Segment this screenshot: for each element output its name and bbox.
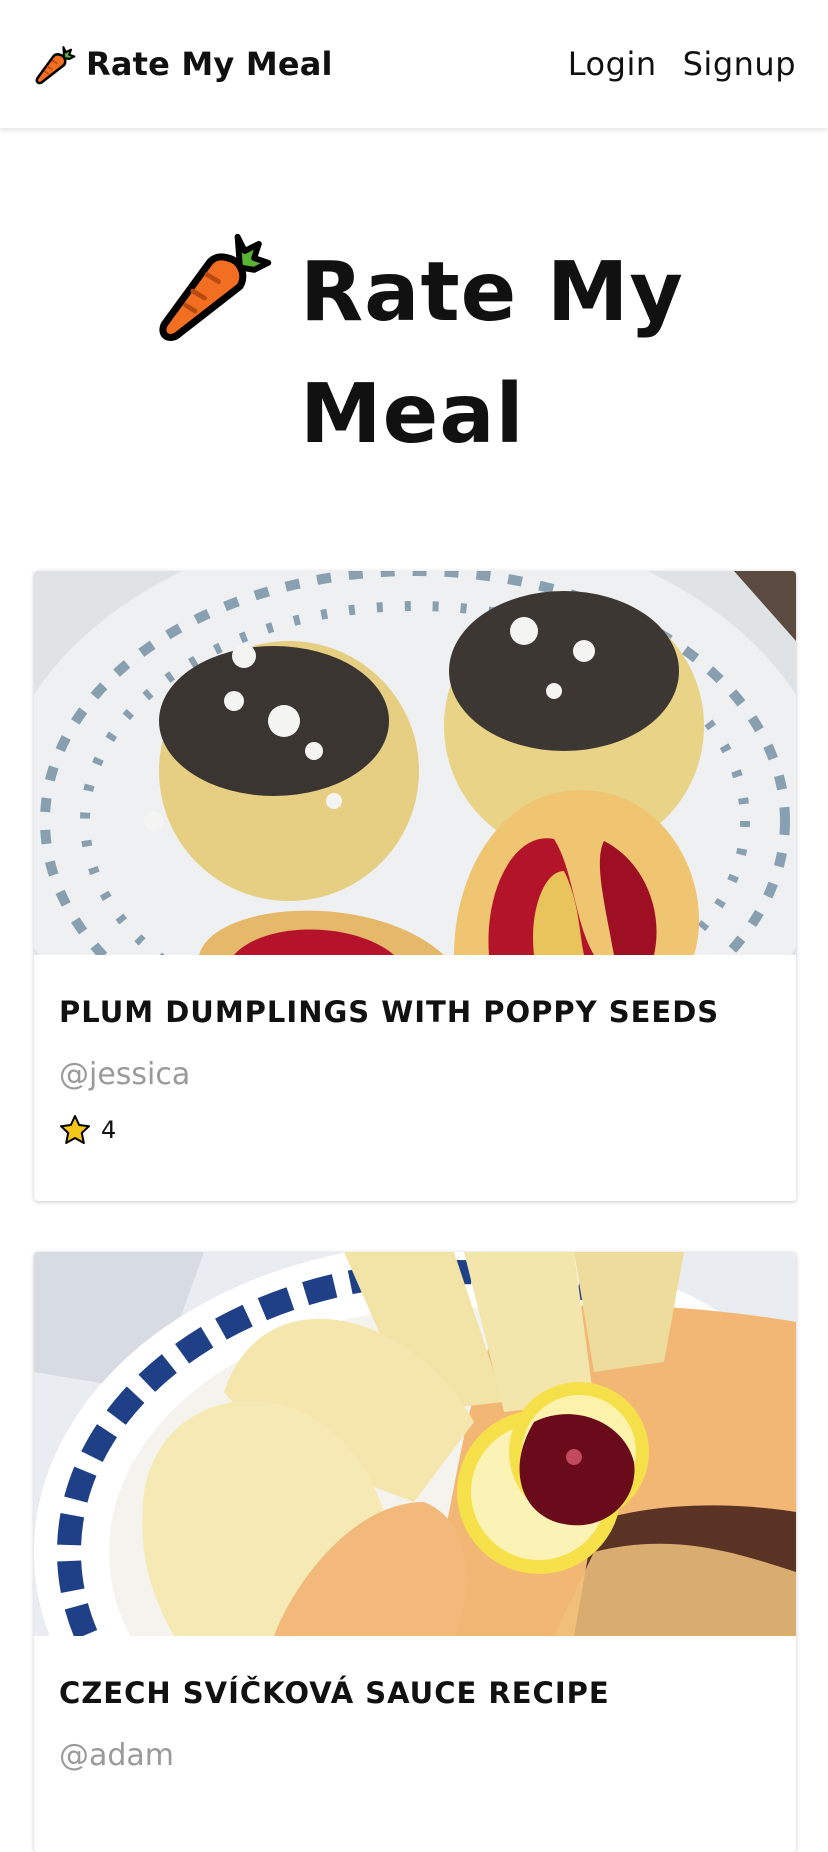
svickova-sauce-photo (34, 1252, 796, 1636)
meal-card[interactable]: PLUM DUMPLINGS WITH POPPY SEEDS @jessica… (34, 571, 796, 1201)
meal-card[interactable]: CZECH SVÍČKOVÁ SAUCE RECIPE @adam (34, 1252, 796, 1852)
plum-dumplings-photo (34, 571, 796, 955)
page-title: Rate My Meal (300, 245, 684, 462)
brand-name: Rate My Meal (86, 45, 333, 83)
top-navbar: Rate My Meal Login Signup (0, 0, 828, 128)
login-link[interactable]: Login (568, 45, 657, 83)
meal-author: @jessica (59, 1057, 191, 1092)
carrot-icon (155, 225, 273, 343)
meal-rating: 4 (59, 1114, 771, 1146)
star-icon (60, 1115, 90, 1144)
meal-title: PLUM DUMPLINGS WITH POPPY SEEDS (59, 995, 720, 1029)
signup-link[interactable]: Signup (683, 45, 796, 83)
meal-title: CZECH SVÍČKOVÁ SAUCE RECIPE (59, 1676, 610, 1710)
nav-links: Login Signup (568, 45, 796, 83)
rating-value: 4 (101, 1116, 117, 1144)
hero-header: Rate My Meal (0, 220, 828, 462)
brand-link[interactable]: Rate My Meal (34, 43, 333, 85)
carrot-icon (34, 43, 76, 85)
meal-author: @adam (59, 1738, 175, 1773)
